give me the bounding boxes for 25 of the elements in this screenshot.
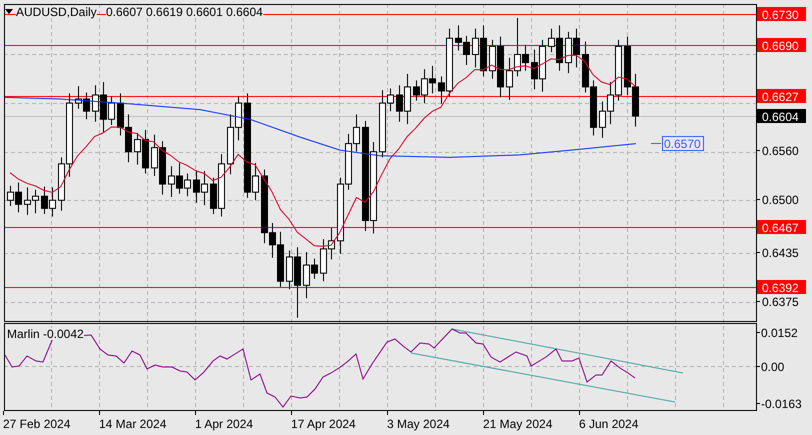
price-label: 0.6560 <box>762 144 799 158</box>
price-label: 0.6627 <box>757 89 806 104</box>
indicator-axis-label: 0.0152 <box>761 326 798 340</box>
date-label: 17 Apr 2024 <box>291 417 356 431</box>
date-label: 14 Mar 2024 <box>99 417 166 431</box>
price-label: 0.6467 <box>757 220 806 235</box>
price-label: 0.6690 <box>757 38 806 53</box>
leader-line <box>650 143 662 144</box>
price-label: 0.6392 <box>757 280 806 295</box>
date-label: 1 Apr 2024 <box>195 417 254 431</box>
date-label: 3 May 2024 <box>387 417 450 431</box>
indicator-axis-label: 0.00 <box>761 360 784 374</box>
ohlc-values: 0.6607 0.6619 0.6601 0.6604 <box>106 5 264 19</box>
price-label: 0.6375 <box>762 295 799 309</box>
symbol-title: AUDUSD,Daily <box>16 5 97 19</box>
price-label: 0.6435 <box>762 246 799 260</box>
date-label: 27 Feb 2024 <box>3 417 70 431</box>
average-price-tag: 0.6570 <box>662 136 704 151</box>
price-label: 0.6604 <box>757 109 806 124</box>
indicator-axis-label: -0.0163 <box>761 397 802 411</box>
date-label: 6 Jun 2024 <box>579 417 638 431</box>
date-label: 21 May 2024 <box>483 417 552 431</box>
price-label: 0.6500 <box>762 193 799 207</box>
price-label: 0.6730 <box>757 7 806 22</box>
indicator-label: Marlin -0.0042 <box>7 327 84 341</box>
